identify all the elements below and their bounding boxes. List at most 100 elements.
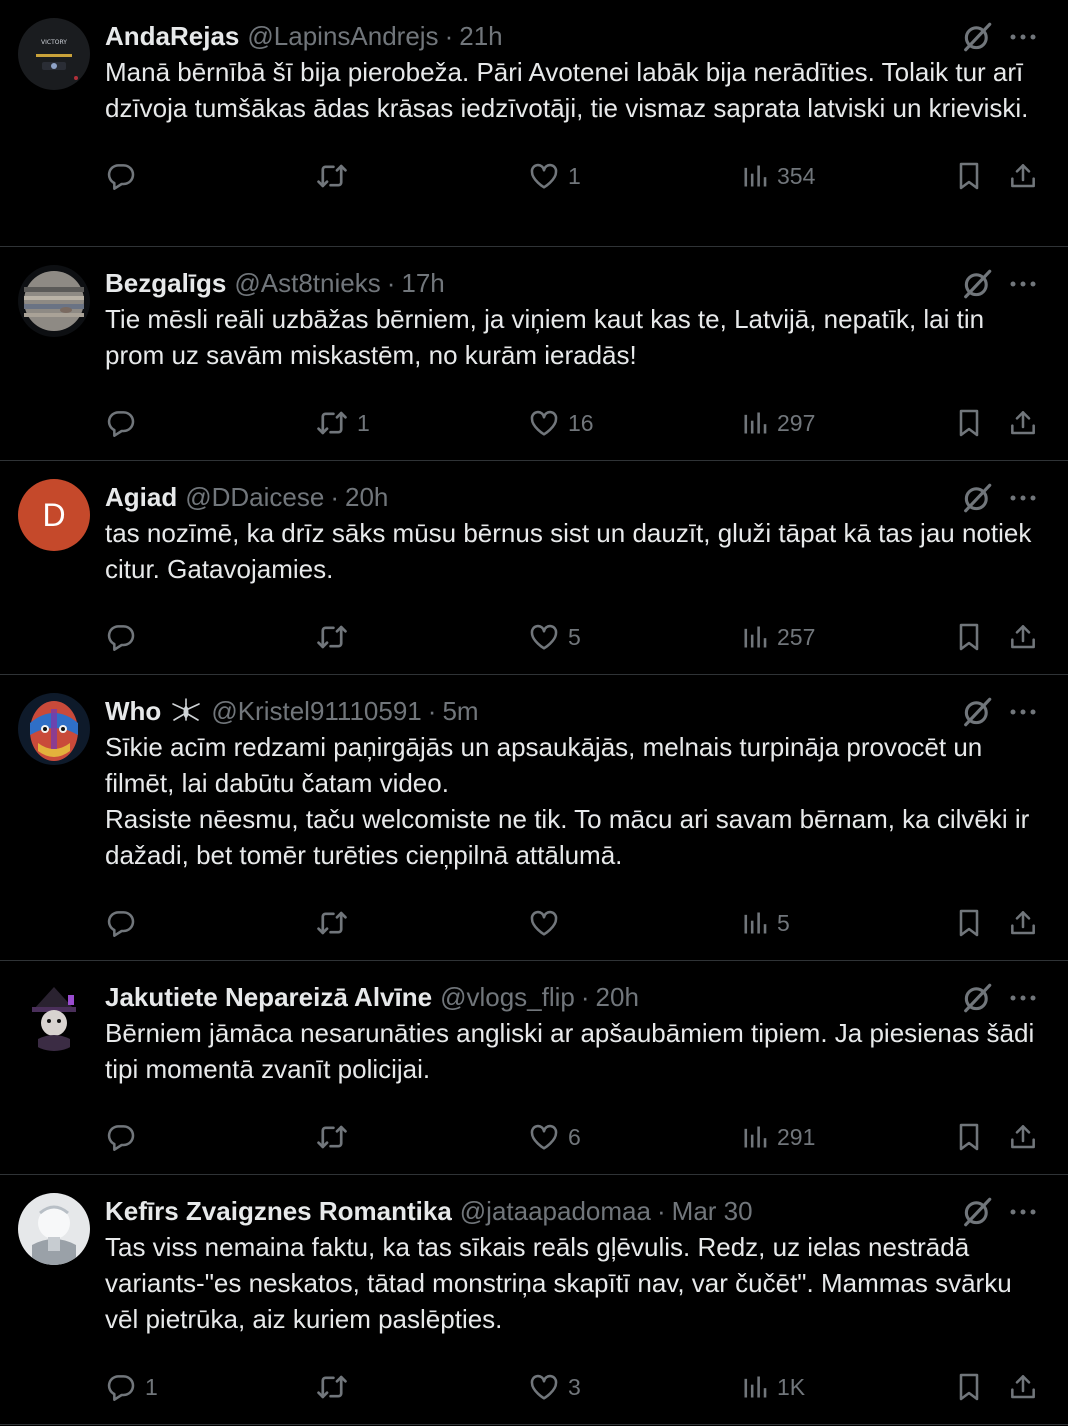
avatar-image: D xyxy=(18,479,90,551)
views-button[interactable]: 1K xyxy=(741,1357,805,1417)
like-button[interactable] xyxy=(528,893,568,953)
reply-button[interactable] xyxy=(105,607,145,667)
avatar[interactable] xyxy=(18,1193,90,1265)
views-button[interactable]: 5 xyxy=(741,893,790,953)
avatar-image xyxy=(18,693,90,765)
reply-icon xyxy=(105,160,137,192)
bookmark-button[interactable] xyxy=(953,1357,985,1417)
share-button[interactable] xyxy=(1007,607,1039,667)
more-icon[interactable] xyxy=(1008,269,1038,299)
svg-text:D: D xyxy=(42,497,65,533)
handle[interactable]: @LapinsAndrejs xyxy=(247,16,438,56)
reply-button[interactable] xyxy=(105,1107,145,1167)
handle[interactable]: @Kristel91110591 xyxy=(211,691,421,731)
grok-icon[interactable] xyxy=(960,267,994,301)
tweet-text: tas nozīmē, ka drīz sāks mūsu bērnus sis… xyxy=(105,518,1039,584)
bookmark-icon xyxy=(953,1121,985,1153)
display-name[interactable]: AndaRejas xyxy=(105,16,239,56)
reply-button[interactable] xyxy=(105,893,145,953)
reply-button[interactable] xyxy=(105,146,145,206)
more-icon[interactable] xyxy=(1008,697,1038,727)
heart-icon xyxy=(528,407,560,439)
reply-icon xyxy=(105,407,137,439)
like-button[interactable]: 3 xyxy=(528,1357,581,1417)
avatar[interactable]: D xyxy=(18,479,90,551)
display-name[interactable]: Jakutiete Nepareizā Alvīne xyxy=(105,977,432,1017)
retweet-button[interactable] xyxy=(315,893,357,953)
grok-icon[interactable] xyxy=(960,481,994,515)
mosquito-icon xyxy=(172,698,201,721)
reply-button[interactable]: 1 xyxy=(105,1357,158,1417)
grok-icon[interactable] xyxy=(960,20,994,54)
more-icon[interactable] xyxy=(1008,1197,1038,1227)
retweet-button[interactable]: 1 xyxy=(315,393,370,453)
timestamp[interactable]: Mar 30 xyxy=(672,1191,753,1231)
grok-icon[interactable] xyxy=(960,695,994,729)
bookmark-button[interactable] xyxy=(953,146,985,206)
reply-count: 1 xyxy=(145,1373,158,1400)
heart-icon xyxy=(528,1371,560,1403)
bookmark-icon xyxy=(953,407,985,439)
bookmark-button[interactable] xyxy=(953,893,985,953)
reply-icon xyxy=(105,1121,137,1153)
timestamp[interactable]: 17h xyxy=(401,263,444,303)
timestamp[interactable]: 21h xyxy=(459,16,502,56)
more-icon[interactable] xyxy=(1008,983,1038,1013)
tweet[interactable]: VICTORY AndaRejas @LapinsAndrejs · 21h M… xyxy=(0,0,1068,247)
grok-icon[interactable] xyxy=(960,981,994,1015)
views-button[interactable]: 297 xyxy=(741,393,815,453)
tweet[interactable]: Kefīrs Zvaigznes Romantika @jataapadomaa… xyxy=(0,1175,1068,1425)
bookmark-button[interactable] xyxy=(953,393,985,453)
retweet-button[interactable] xyxy=(315,1107,357,1167)
like-count: 16 xyxy=(568,409,594,436)
grok-icon[interactable] xyxy=(960,1195,994,1229)
share-button[interactable] xyxy=(1007,893,1039,953)
tweet[interactable]: D Agiad @DDaicese · 20h tas nozīmē, ka d… xyxy=(0,461,1068,675)
retweet-button[interactable] xyxy=(315,1357,357,1417)
separator-dot: · xyxy=(580,982,590,1012)
views-button[interactable]: 354 xyxy=(741,146,815,206)
share-button[interactable] xyxy=(1007,1357,1039,1417)
bookmark-button[interactable] xyxy=(953,1107,985,1167)
display-name[interactable]: Bezgalīgs xyxy=(105,263,226,303)
bookmark-icon xyxy=(953,621,985,653)
avatar[interactable] xyxy=(18,693,90,765)
views-button[interactable]: 257 xyxy=(741,607,815,667)
avatar-image xyxy=(18,979,90,1051)
more-icon[interactable] xyxy=(1008,483,1038,513)
view-count: 257 xyxy=(777,623,816,650)
display-name[interactable]: Agiad xyxy=(105,477,177,517)
display-name[interactable]: Who xyxy=(105,691,161,731)
avatar[interactable] xyxy=(18,979,90,1051)
action-bar: 1 16 297 xyxy=(105,393,1038,453)
handle[interactable]: @jataapadomaa xyxy=(460,1191,651,1231)
share-button[interactable] xyxy=(1007,146,1039,206)
retweet-button[interactable] xyxy=(315,146,357,206)
like-button[interactable]: 1 xyxy=(528,146,581,206)
reply-button[interactable] xyxy=(105,393,145,453)
like-button[interactable]: 5 xyxy=(528,607,581,667)
like-button[interactable]: 16 xyxy=(528,393,594,453)
handle[interactable]: @vlogs_flip xyxy=(440,977,575,1017)
views-button[interactable]: 291 xyxy=(741,1107,815,1167)
tweet[interactable]: Jakutiete Nepareizā Alvīne @vlogs_flip ·… xyxy=(0,961,1068,1175)
display-name[interactable]: Kefīrs Zvaigznes Romantika xyxy=(105,1191,452,1231)
timestamp[interactable]: 20h xyxy=(345,477,388,517)
share-button[interactable] xyxy=(1007,1107,1039,1167)
more-icon[interactable] xyxy=(1008,22,1038,52)
tweet-text: Manā bērnībā šī bija pierobeža. Pāri Avo… xyxy=(105,57,1031,123)
timestamp[interactable]: 20h xyxy=(596,977,639,1017)
timestamp[interactable]: 5m xyxy=(442,691,478,731)
handle[interactable]: @Ast8tnieks xyxy=(234,263,380,303)
tweet[interactable]: Bezgalīgs @Ast8tnieks · 17h Tie mēsli re… xyxy=(0,247,1068,461)
handle[interactable]: @DDaicese xyxy=(185,477,324,517)
heart-icon xyxy=(528,1121,560,1153)
retweet-button[interactable] xyxy=(315,607,357,667)
like-button[interactable]: 6 xyxy=(528,1107,581,1167)
bookmark-button[interactable] xyxy=(953,607,985,667)
avatar[interactable] xyxy=(18,265,90,337)
heart-icon xyxy=(528,907,560,939)
avatar[interactable]: VICTORY xyxy=(18,18,90,90)
share-button[interactable] xyxy=(1007,393,1039,453)
tweet[interactable]: Who @Kristel91110591 · 5m Sīkie acīm red… xyxy=(0,675,1068,961)
